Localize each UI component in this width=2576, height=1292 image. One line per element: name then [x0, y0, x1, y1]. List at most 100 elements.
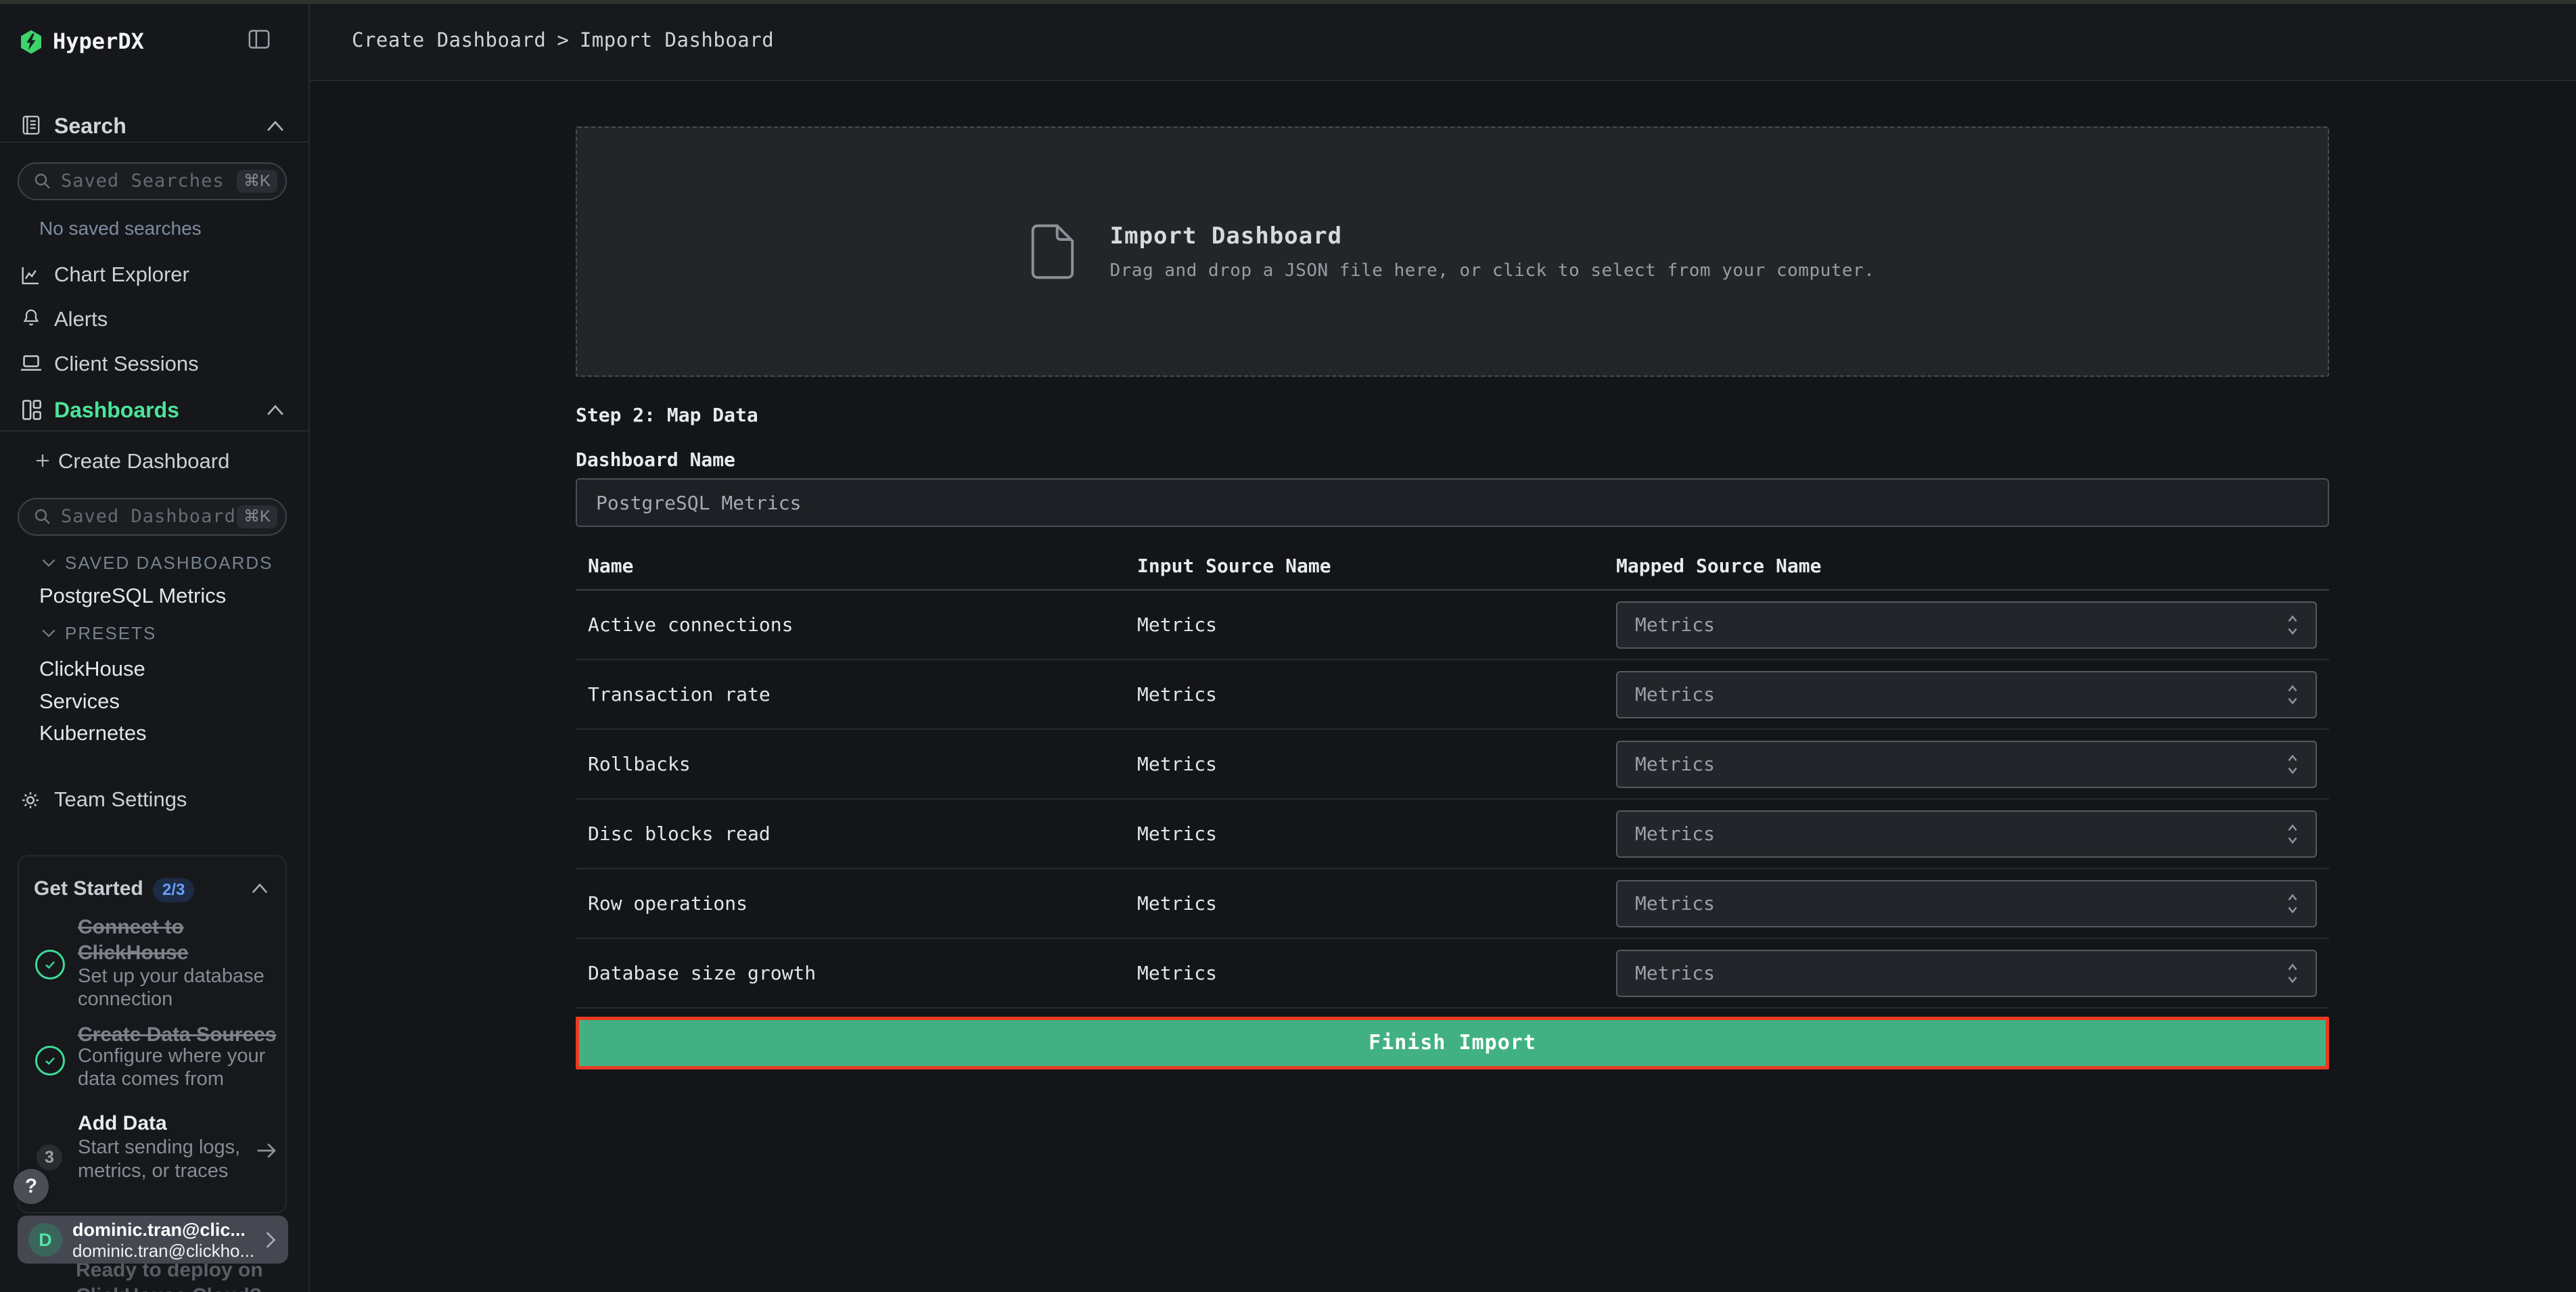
- arrow-right-icon[interactable]: [254, 1140, 279, 1161]
- search-section-icon: [19, 112, 43, 138]
- row-input-source: Metrics: [1137, 962, 1616, 985]
- sidebar: HyperDX Search Saved Searches ⌘K No save…: [0, 0, 310, 1292]
- progress-badge: 2/3: [153, 878, 194, 902]
- dashboards-icon: [19, 396, 45, 423]
- laptop-icon: [19, 353, 43, 373]
- mapped-source-select[interactable]: Metrics: [1616, 671, 2317, 718]
- divider: [0, 141, 308, 143]
- mapped-source-select[interactable]: Metrics: [1616, 950, 2317, 997]
- row-name: Database size growth: [588, 962, 1137, 985]
- row-name: Active connections: [588, 614, 1137, 637]
- step-label: Step 2: Map Data: [576, 405, 2329, 425]
- row-name: Row operations: [588, 892, 1137, 915]
- sidebar-item-services[interactable]: Services: [39, 688, 120, 715]
- select-value: Metrics: [1635, 614, 2286, 637]
- table-row: Transaction rate Metrics Metrics: [576, 660, 2329, 730]
- divider: [0, 430, 308, 432]
- chevron-up-down-icon: [2286, 613, 2299, 637]
- app-title: HyperDX: [53, 28, 144, 55]
- row-input-source: Metrics: [1137, 892, 1616, 915]
- plus-icon: [34, 452, 51, 469]
- table-row: Row operations Metrics Metrics: [576, 869, 2329, 939]
- mapped-source-select[interactable]: Metrics: [1616, 810, 2317, 858]
- gear-icon: [19, 789, 42, 812]
- chevron-up-icon[interactable]: [250, 882, 269, 894]
- bell-icon: [20, 306, 42, 330]
- dashboard-name-input[interactable]: [576, 478, 2329, 527]
- hyperdx-logo-icon: [18, 28, 45, 55]
- saved-dashboards-input[interactable]: Saved Dashboards ⌘K: [18, 498, 287, 536]
- chevron-up-icon[interactable]: [265, 403, 285, 417]
- table-header-row: Name Input Source Name Mapped Source Nam…: [576, 527, 2329, 591]
- row-input-source: Metrics: [1137, 753, 1616, 776]
- column-header-name: Name: [588, 555, 1137, 578]
- select-value: Metrics: [1635, 962, 2286, 985]
- help-button[interactable]: ?: [14, 1169, 49, 1204]
- get-started-step-title[interactable]: Add Data: [78, 1111, 167, 1136]
- check-circle-icon: [35, 950, 65, 979]
- select-value: Metrics: [1635, 823, 2286, 846]
- mapped-source-select[interactable]: Metrics: [1616, 741, 2317, 788]
- mapped-source-select[interactable]: Metrics: [1616, 601, 2317, 649]
- table-row: Active connections Metrics Metrics: [576, 591, 2329, 660]
- chart-explorer-icon: [19, 264, 42, 287]
- create-dashboard-button[interactable]: Create Dashboard: [58, 448, 229, 475]
- finish-import-button[interactable]: Finish Import: [576, 1017, 2329, 1069]
- profile-name: dominic.tran@clic...: [72, 1219, 262, 1241]
- window-top-edge: [0, 0, 2576, 4]
- row-name: Transaction rate: [588, 683, 1137, 706]
- sidebar-item-clickhouse[interactable]: ClickHouse: [39, 655, 145, 683]
- dashboard-name-label: Dashboard Name: [576, 450, 2329, 470]
- dropzone-title: Import Dashboard: [1110, 221, 1875, 251]
- sidebar-item-postgresql-metrics[interactable]: PostgreSQL Metrics: [39, 582, 226, 609]
- sidebar-item-dashboards[interactable]: Dashboards: [54, 396, 179, 423]
- breadcrumb-create-dashboard[interactable]: Create Dashboard: [352, 28, 546, 52]
- sidebar-item-team-settings[interactable]: Team Settings: [54, 786, 187, 813]
- get-started-step-subtitle: connection: [78, 988, 172, 1011]
- sidebar-item-client-sessions[interactable]: Client Sessions: [54, 350, 199, 377]
- file-icon: [1030, 223, 1075, 280]
- get-started-step-title[interactable]: ClickHouse: [78, 940, 188, 966]
- select-value: Metrics: [1635, 892, 2286, 915]
- get-started-step-subtitle: data comes from: [78, 1067, 224, 1090]
- get-started-title: Get Started: [34, 875, 143, 902]
- presets-group-header[interactable]: PRESETS: [65, 621, 156, 645]
- select-value: Metrics: [1635, 683, 2286, 706]
- chevron-up-down-icon: [2286, 822, 2299, 846]
- row-name: Disc blocks read: [588, 823, 1137, 846]
- saved-dashboards-placeholder: Saved Dashboards: [61, 506, 237, 528]
- table-row: Database size growth Metrics Metrics: [576, 939, 2329, 1009]
- chevron-up-icon[interactable]: [265, 119, 285, 133]
- saved-searches-input[interactable]: Saved Searches ⌘K: [18, 162, 287, 200]
- row-input-source: Metrics: [1137, 683, 1616, 706]
- user-profile[interactable]: D dominic.tran@clic... dominic.tran@clic…: [18, 1216, 288, 1264]
- no-saved-searches-text: No saved searches: [39, 216, 202, 241]
- table-row: Disc blocks read Metrics Metrics: [576, 800, 2329, 869]
- import-dropzone[interactable]: Import Dashboard Drag and drop a JSON fi…: [576, 126, 2329, 377]
- chevron-up-down-icon: [2286, 683, 2299, 707]
- sidebar-item-chart-explorer[interactable]: Chart Explorer: [54, 261, 189, 288]
- clickhouse-cloud-text: ClickHouse Cloud?: [76, 1283, 262, 1292]
- search-icon: [32, 507, 53, 527]
- check-circle-icon: [35, 1046, 65, 1076]
- column-header-mapped-source: Mapped Source Name: [1616, 555, 2329, 578]
- shortcut-badge: ⌘K: [237, 505, 277, 528]
- sidebar-item-alerts[interactable]: Alerts: [54, 306, 108, 333]
- collapse-sidebar-button[interactable]: [245, 26, 273, 53]
- shortcut-badge: ⌘K: [237, 170, 277, 193]
- table-row: Rollbacks Metrics Metrics: [576, 730, 2329, 800]
- sidebar-item-kubernetes[interactable]: Kubernetes: [39, 720, 147, 747]
- profile-email: dominic.tran@clickho...: [72, 1241, 262, 1261]
- chevron-up-down-icon: [2286, 752, 2299, 777]
- select-value: Metrics: [1635, 753, 2286, 776]
- chevron-down-icon: [41, 628, 57, 639]
- breadcrumb-separator: >: [557, 28, 568, 52]
- mapped-source-select[interactable]: Metrics: [1616, 880, 2317, 927]
- chevron-up-down-icon: [2286, 961, 2299, 986]
- row-input-source: Metrics: [1137, 823, 1616, 846]
- saved-dashboards-group-header[interactable]: SAVED DASHBOARDS: [65, 551, 273, 575]
- column-header-input-source: Input Source Name: [1137, 555, 1616, 578]
- saved-searches-placeholder: Saved Searches: [61, 170, 237, 192]
- get-started-step-title[interactable]: Connect to: [78, 915, 184, 940]
- sidebar-item-search[interactable]: Search: [54, 112, 127, 139]
